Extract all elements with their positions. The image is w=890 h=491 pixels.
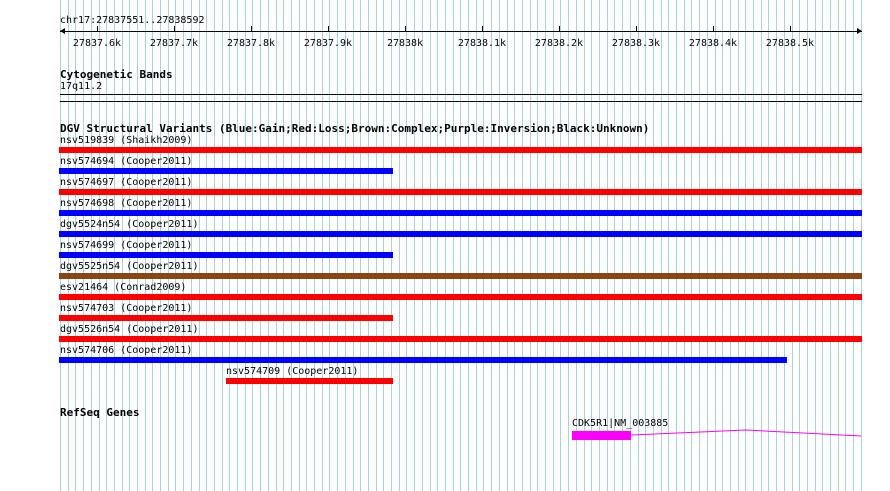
variant-bar[interactable]: [59, 210, 862, 216]
variant-bar[interactable]: [59, 231, 862, 237]
variant-bar[interactable]: [59, 168, 393, 174]
dgv-track-title: DGV Structural Variants (Blue:Gain;Red:L…: [60, 122, 650, 135]
ruler-tick-mark: [790, 26, 791, 31]
gene-exon[interactable]: [572, 431, 631, 440]
ruler-tick-label: 27837.9k: [303, 38, 353, 49]
variant-bar[interactable]: [59, 336, 862, 342]
ruler-tick-label: 27838.3k: [611, 38, 661, 49]
refseq-track-title: RefSeq Genes: [60, 406, 140, 419]
variant-bar[interactable]: [59, 189, 862, 195]
variant-label[interactable]: nsv574694 (Cooper2011): [60, 156, 192, 168]
variant-bar[interactable]: [59, 357, 787, 363]
gene-intron-line[interactable]: [631, 425, 862, 441]
variant-label[interactable]: nsv574697 (Cooper2011): [60, 177, 192, 189]
ruler-tick-label: 27838k: [386, 38, 424, 49]
cytoband-chromosome-line[interactable]: [60, 94, 862, 95]
ruler-tick-mark: [174, 26, 175, 31]
variant-label[interactable]: nsv519839 (Shaikh2009): [60, 135, 192, 147]
ruler-tick-label: 27837.7k: [149, 38, 199, 49]
scroll-left-arrow-icon[interactable]: [60, 28, 65, 34]
ruler-tick-label: 27838.1k: [457, 38, 507, 49]
variant-bar[interactable]: [59, 273, 862, 279]
ruler-tick-mark: [251, 26, 252, 31]
cytoband-label: 17q11.2: [60, 81, 103, 92]
variant-bar[interactable]: [59, 147, 862, 153]
ruler-tick-label: 27837.8k: [226, 38, 276, 49]
variant-label[interactable]: dgv5525n54 (Cooper2011): [60, 261, 198, 273]
ruler-tick-label: 27837.6k: [72, 38, 122, 49]
ruler-tick-mark: [713, 26, 714, 31]
ruler-tick-label: 27838.4k: [688, 38, 738, 49]
ruler-tick-mark: [405, 26, 406, 31]
variant-bar[interactable]: [59, 294, 862, 300]
variant-bar[interactable]: [59, 315, 393, 321]
ruler-axis: [60, 31, 862, 32]
cytoband-track-title: Cytogenetic Bands: [60, 68, 173, 81]
variant-label[interactable]: nsv574698 (Cooper2011): [60, 198, 192, 210]
ruler-tick-mark: [97, 26, 98, 31]
variant-label[interactable]: esv21464 (Conrad2009): [60, 282, 186, 294]
variant-label[interactable]: nsv574703 (Cooper2011): [60, 303, 192, 315]
ruler-tick-label: 27838.2k: [534, 38, 584, 49]
variant-label[interactable]: dgv5526n54 (Cooper2011): [60, 324, 198, 336]
variant-bar[interactable]: [59, 252, 393, 258]
variant-label[interactable]: nsv574699 (Cooper2011): [60, 240, 192, 252]
ruler-tick-mark: [482, 26, 483, 31]
variant-label[interactable]: dgv5524n54 (Cooper2011): [60, 219, 198, 231]
ruler-tick-label: 27838.5k: [765, 38, 815, 49]
position-label: chr17:27837551..27838592: [60, 15, 205, 26]
variant-bar[interactable]: [226, 378, 393, 384]
ruler-tick-mark: [636, 26, 637, 31]
scroll-right-arrow-icon[interactable]: [857, 28, 862, 34]
cytoband-chromosome-line[interactable]: [60, 101, 862, 102]
variant-label[interactable]: nsv574706 (Cooper2011): [60, 345, 192, 357]
variant-label[interactable]: nsv574709 (Cooper2011): [226, 366, 358, 378]
ruler-tick-mark: [559, 26, 560, 31]
ruler-tick-mark: [328, 26, 329, 31]
